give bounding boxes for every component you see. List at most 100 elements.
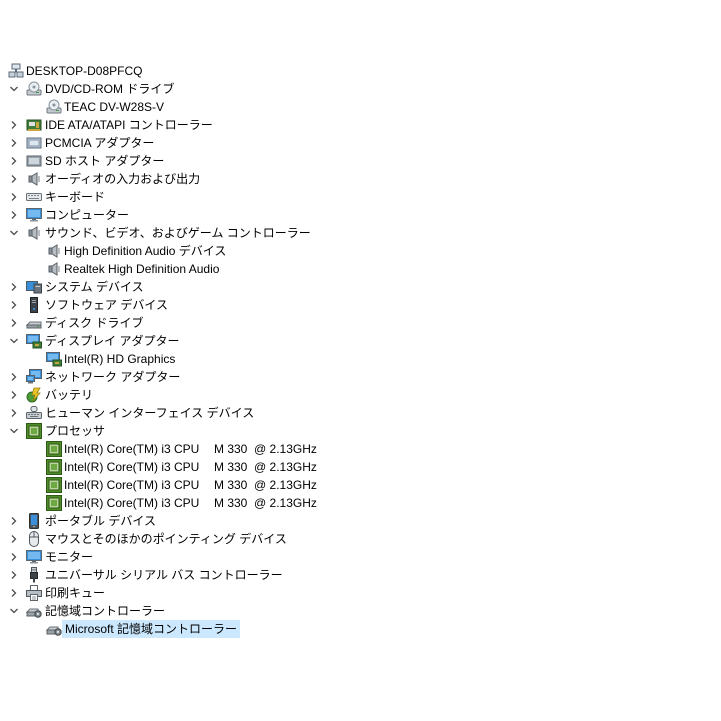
tree-item-label: バッテリ — [45, 388, 94, 402]
monitor-icon — [26, 207, 42, 223]
tree-device[interactable]: TEAC DV-W28S-V — [0, 98, 721, 116]
keyboard-icon — [26, 189, 42, 205]
tree-device[interactable]: Intel(R) HD Graphics — [0, 350, 721, 368]
tree-item-label: 記憶域コントローラー — [45, 604, 166, 618]
chevron-right-icon[interactable] — [7, 314, 21, 332]
chevron-down-icon[interactable] — [7, 224, 21, 242]
cpu-model-label: M 330 @ 2.13GHz — [214, 478, 317, 492]
chevron-right-icon[interactable] — [7, 404, 21, 422]
tree-item-label: プロセッサ — [45, 424, 106, 438]
chevron-right-icon[interactable] — [7, 206, 21, 224]
tree-category[interactable]: ポータブル デバイス — [0, 512, 721, 530]
tree-category[interactable]: モニター — [0, 548, 721, 566]
display-adapter-icon — [46, 351, 62, 367]
display-adapter-icon — [26, 333, 42, 349]
tree-item-label: TEAC DV-W28S-V — [64, 100, 165, 114]
storage-controller-icon — [26, 603, 42, 619]
tree-item-label: ディスプレイ アダプター — [45, 334, 180, 348]
chevron-right-icon[interactable] — [7, 134, 21, 152]
chevron-down-icon[interactable] — [7, 332, 21, 350]
usb-icon — [26, 567, 42, 583]
cpu-model-label: M 330 @ 2.13GHz — [214, 460, 317, 474]
tree-item-label: モニター — [45, 550, 94, 564]
tree-device[interactable]: High Definition Audio デバイス — [0, 242, 721, 260]
tree-category[interactable]: プロセッサ — [0, 422, 721, 440]
chevron-right-icon[interactable] — [7, 170, 21, 188]
chevron-right-icon[interactable] — [7, 188, 21, 206]
chevron-right-icon[interactable] — [7, 566, 21, 584]
tree-category[interactable]: PCMCIA アダプター — [0, 134, 721, 152]
chevron-down-icon[interactable] — [7, 422, 21, 440]
tree-item-label: DVD/CD-ROM ドライブ — [45, 82, 175, 96]
tree-device[interactable]: Realtek High Definition Audio — [0, 260, 721, 278]
tree-item-label: ポータブル デバイス — [45, 514, 156, 528]
tree-category[interactable]: サウンド、ビデオ、およびゲーム コントローラー — [0, 224, 721, 242]
tree-category[interactable]: ネットワーク アダプター — [0, 368, 721, 386]
chevron-right-icon[interactable] — [7, 296, 21, 314]
tree-category[interactable]: キーボード — [0, 188, 721, 206]
processor-icon — [26, 423, 42, 439]
tree-item-label: Intel(R) Core(TM) i3 CPU — [64, 442, 200, 456]
tree-device[interactable]: Intel(R) Core(TM) i3 CPU M 330 @ 2.13GHz — [0, 458, 721, 476]
processor-icon — [46, 459, 62, 475]
chevron-right-icon[interactable] — [7, 368, 21, 386]
chevron-right-icon[interactable] — [7, 512, 21, 530]
battery-icon — [26, 387, 42, 403]
tree-item-label: Realtek High Definition Audio — [64, 262, 220, 276]
tree-device[interactable]: Intel(R) Core(TM) i3 CPU M 330 @ 2.13GHz — [0, 476, 721, 494]
tree-item-label: コンピューター — [45, 208, 130, 222]
tree-category[interactable]: ディスプレイ アダプター — [0, 332, 721, 350]
tree-root[interactable]: DESKTOP-D08PFCQ — [0, 62, 721, 80]
mouse-icon — [26, 531, 42, 547]
tree-item-label: Intel(R) HD Graphics — [64, 352, 176, 366]
tree-category[interactable]: オーディオの入力および出力 — [0, 170, 721, 188]
computer-root-icon — [8, 63, 24, 79]
chevron-down-icon[interactable] — [7, 602, 21, 620]
chevron-right-icon[interactable] — [7, 116, 21, 134]
tree-item-label: Microsoft 記憶域コントローラー — [62, 620, 241, 638]
ide-controller-icon — [26, 117, 42, 133]
chevron-right-icon[interactable] — [7, 548, 21, 566]
tree-category[interactable]: マウスとそのほかのポインティング デバイス — [0, 530, 721, 548]
tree-item-label: Intel(R) Core(TM) i3 CPU — [64, 478, 200, 492]
tree-category[interactable]: ヒューマン インターフェイス デバイス — [0, 404, 721, 422]
disk-drive-icon — [26, 315, 42, 331]
storage-controller-icon — [46, 621, 62, 637]
tree-device[interactable]: Intel(R) Core(TM) i3 CPU M 330 @ 2.13GHz — [0, 494, 721, 512]
chevron-right-icon[interactable] — [7, 584, 21, 602]
hid-icon — [26, 405, 42, 421]
tree-category[interactable]: 印刷キュー — [0, 584, 721, 602]
tree-item-label: サウンド、ビデオ、およびゲーム コントローラー — [45, 226, 311, 240]
tree-category[interactable]: IDE ATA/ATAPI コントローラー — [0, 116, 721, 134]
tree-category[interactable]: SD ホスト アダプター — [0, 152, 721, 170]
system-device-icon — [26, 279, 42, 295]
portable-device-icon — [26, 513, 42, 529]
tree-device[interactable]: Intel(R) Core(TM) i3 CPU M 330 @ 2.13GHz — [0, 440, 721, 458]
tree-category[interactable]: 記憶域コントローラー — [0, 602, 721, 620]
tree-category[interactable]: コンピューター — [0, 206, 721, 224]
chevron-right-icon[interactable] — [7, 278, 21, 296]
tree-item-label: Intel(R) Core(TM) i3 CPU — [64, 496, 200, 510]
monitor-icon — [26, 549, 42, 565]
tree-category[interactable]: ユニバーサル シリアル バス コントローラー — [0, 566, 721, 584]
tree-item-label: ディスク ドライブ — [45, 316, 144, 330]
chevron-right-icon[interactable] — [7, 152, 21, 170]
tree-category[interactable]: システム デバイス — [0, 278, 721, 296]
tree-device[interactable]: Microsoft 記憶域コントローラー — [0, 620, 721, 638]
processor-icon — [46, 477, 62, 493]
chevron-down-icon[interactable] — [7, 80, 21, 98]
tree-category[interactable]: バッテリ — [0, 386, 721, 404]
tree-category[interactable]: ソフトウェア デバイス — [0, 296, 721, 314]
tree-item-label: システム デバイス — [45, 280, 144, 294]
tree-item-label: IDE ATA/ATAPI コントローラー — [45, 118, 213, 132]
tree-category[interactable]: DVD/CD-ROM ドライブ — [0, 80, 721, 98]
sd-host-icon — [26, 153, 42, 169]
chevron-right-icon[interactable] — [7, 530, 21, 548]
cpu-model-label: M 330 @ 2.13GHz — [214, 442, 317, 456]
pcmcia-icon — [26, 135, 42, 151]
speaker-icon — [26, 225, 42, 241]
speaker-icon — [46, 261, 62, 277]
chevron-right-icon[interactable] — [7, 386, 21, 404]
network-adapter-icon — [26, 369, 42, 385]
tree-category[interactable]: ディスク ドライブ — [0, 314, 721, 332]
